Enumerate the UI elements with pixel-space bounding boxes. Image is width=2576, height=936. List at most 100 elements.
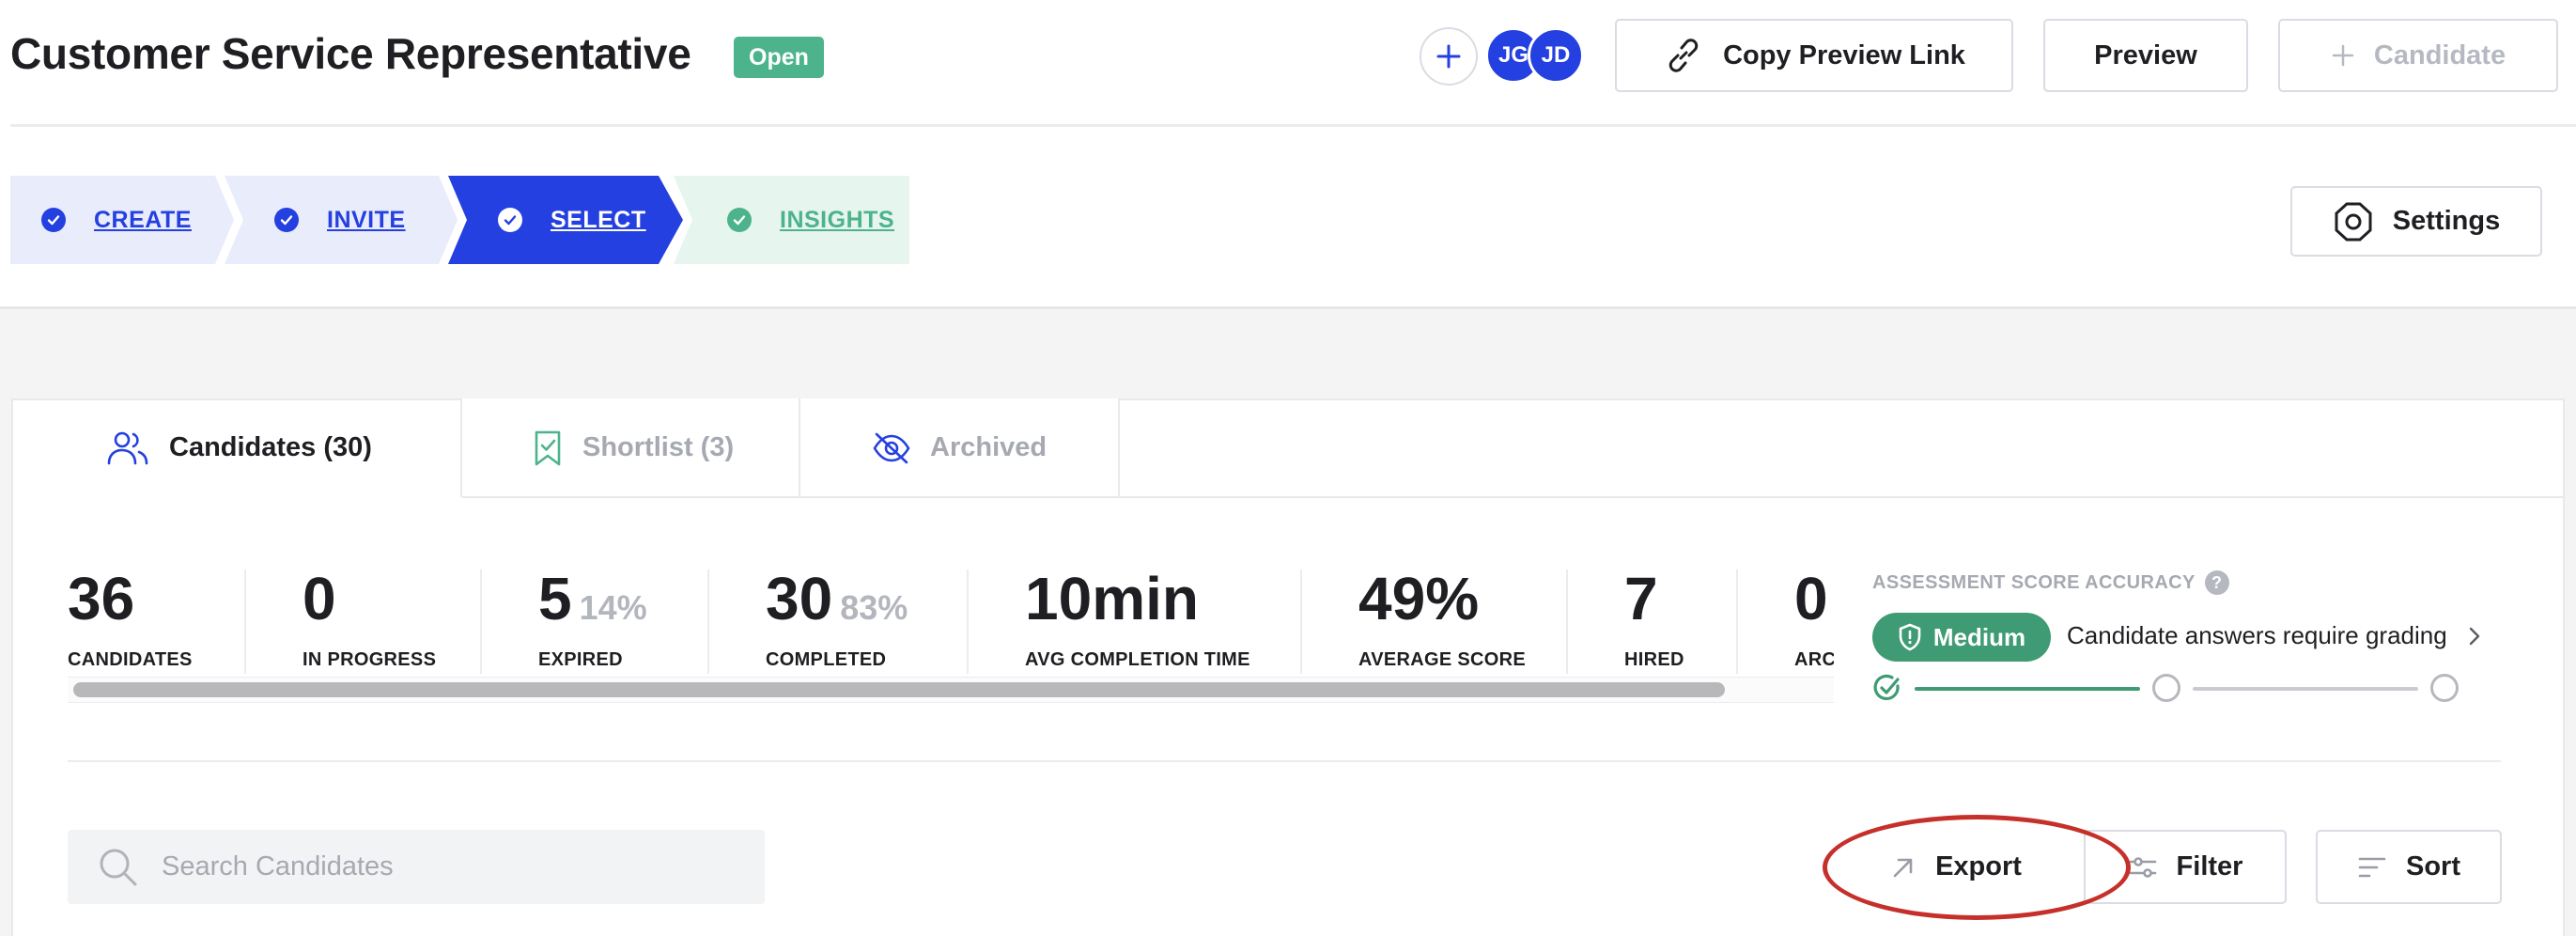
- stat-value: 36: [68, 565, 135, 632]
- check-icon: [498, 208, 522, 232]
- sort-button[interactable]: Sort: [2316, 830, 2502, 904]
- accuracy-step-node: [2152, 674, 2180, 702]
- export-button[interactable]: Export: [1826, 830, 2086, 904]
- stat-value: 7: [1624, 565, 1658, 632]
- tab-archived[interactable]: Archived: [800, 398, 1120, 497]
- step-insights[interactable]: INSIGHTS: [727, 176, 894, 264]
- sort-icon: [2358, 857, 2386, 877]
- check-circle-icon: [1873, 674, 1900, 701]
- bookmark-check-icon: [535, 430, 561, 465]
- stat-value: 0: [303, 565, 336, 632]
- search-icon: [100, 849, 137, 885]
- stat-hired[interactable]: 7 HIRED: [1624, 569, 1684, 671]
- stat-divider: [967, 569, 969, 674]
- tab-shortlist[interactable]: Shortlist (3): [462, 398, 800, 497]
- accuracy-description: Candidate answers require grading: [2067, 621, 2447, 649]
- accuracy-progress-done: [1915, 687, 2140, 691]
- users-icon: [107, 431, 148, 464]
- chevron-right-icon: [2469, 627, 2479, 645]
- step-invite-label: INVITE: [327, 206, 406, 233]
- section-divider: [68, 760, 2501, 762]
- stat-expired[interactable]: 5 14% EXPIRED: [538, 569, 647, 671]
- step-invite[interactable]: INVITE: [274, 176, 406, 264]
- stat-divider: [1736, 569, 1738, 674]
- stat-label: ARC: [1794, 649, 1834, 670]
- preview-button[interactable]: Preview: [2043, 19, 2248, 92]
- stat-percent: 14%: [579, 588, 647, 627]
- stat-archived[interactable]: 0 ARC: [1794, 569, 1834, 671]
- stat-label: AVERAGE SCORE: [1358, 649, 1527, 670]
- stat-candidates[interactable]: 36 CANDIDATES: [68, 569, 193, 671]
- tab-candidates[interactable]: Candidates (30): [13, 398, 462, 497]
- accuracy-heading: ASSESSMENT SCORE ACCURACY ?: [1872, 570, 2229, 595]
- settings-button[interactable]: Settings: [2290, 186, 2542, 257]
- stats-scrollbar-thumb[interactable]: [73, 682, 1725, 697]
- add-candidate-label: Candidate: [2373, 39, 2506, 70]
- stat-completed[interactable]: 30 83% COMPLETED: [766, 569, 908, 671]
- stat-percent: 83%: [840, 588, 908, 627]
- link-icon: [1668, 39, 1699, 72]
- step-select-label: SELECT: [551, 206, 646, 233]
- copy-preview-link-button[interactable]: Copy Preview Link: [1615, 19, 2013, 92]
- add-candidate-button[interactable]: Candidate: [2278, 19, 2558, 92]
- check-icon: [41, 208, 66, 232]
- tab-archived-label: Archived: [930, 432, 1047, 462]
- stat-divider: [244, 569, 246, 674]
- accuracy-step-node: [2430, 674, 2459, 702]
- avatar[interactable]: JD: [1528, 27, 1584, 84]
- help-icon[interactable]: ?: [2204, 570, 2229, 595]
- stat-label: EXPIRED: [538, 649, 623, 670]
- accuracy-details-link[interactable]: Candidate answers require grading: [2067, 621, 2481, 650]
- stat-divider: [480, 569, 482, 674]
- accuracy-heading-label: ASSESSMENT SCORE ACCURACY: [1872, 571, 2196, 593]
- step-select[interactable]: SELECT: [498, 176, 646, 264]
- search-box[interactable]: [68, 830, 765, 904]
- stat-label: CANDIDATES: [68, 649, 193, 670]
- tabs-divider: [462, 496, 2565, 498]
- step-create[interactable]: CREATE: [41, 176, 192, 264]
- sliders-icon: [2129, 856, 2156, 878]
- accuracy-level-badge: Medium: [1872, 613, 2051, 662]
- stat-label: COMPLETED: [766, 649, 887, 670]
- step-create-label: CREATE: [94, 206, 192, 233]
- preview-label: Preview: [2094, 39, 2197, 70]
- copy-preview-link-label: Copy Preview Link: [1723, 39, 1965, 70]
- shield-icon: [1899, 623, 1921, 651]
- accuracy-progress-remaining: [2193, 687, 2418, 691]
- gear-icon: [2335, 202, 2372, 241]
- stat-in-progress[interactable]: 0 IN PROGRESS: [303, 569, 436, 671]
- step-insights-label: INSIGHTS: [780, 206, 895, 233]
- stat-divider: [1566, 569, 1568, 674]
- check-icon: [727, 208, 752, 232]
- stat-value: 5 14%: [538, 565, 647, 632]
- status-badge: Open: [734, 37, 824, 78]
- add-collaborator-button[interactable]: [1420, 27, 1478, 86]
- stats-strip: 36 CANDIDATES 0 IN PROGRESS 5 14% EXPIRED…: [68, 554, 1834, 677]
- tab-shortlist-label: Shortlist (3): [582, 432, 735, 462]
- export-label: Export: [1935, 851, 2022, 881]
- stat-value: 10min: [1025, 565, 1199, 632]
- accuracy-level-label: Medium: [1932, 622, 2026, 651]
- settings-label: Settings: [2392, 206, 2501, 236]
- stat-label: AVG COMPLETION TIME: [1025, 649, 1250, 670]
- tab-candidates-label: Candidates (30): [169, 432, 372, 462]
- stat-average-score[interactable]: 49% AVERAGE SCORE: [1358, 569, 1526, 671]
- stat-avg-completion-time[interactable]: 10min AVG COMPLETION TIME: [1025, 569, 1250, 671]
- plus-icon: [1436, 44, 1461, 69]
- page-title: Customer Service Representative: [10, 29, 691, 78]
- stat-divider: [1300, 569, 1302, 674]
- eye-off-icon: [873, 432, 910, 463]
- page-header: Customer Service Representative Open JG …: [0, 0, 2576, 127]
- header-divider: [10, 124, 2576, 127]
- stat-divider: [707, 569, 709, 674]
- stat-value: 0: [1794, 565, 1828, 632]
- stat-label: HIRED: [1624, 649, 1684, 670]
- sort-label: Sort: [2406, 851, 2460, 881]
- stat-label: IN PROGRESS: [303, 649, 437, 670]
- filter-button[interactable]: Filter: [2084, 830, 2287, 904]
- search-input[interactable]: [162, 851, 725, 882]
- stat-value: 49%: [1358, 565, 1480, 632]
- stat-value: 30 83%: [766, 565, 908, 632]
- check-icon: [274, 208, 299, 232]
- plus-icon: [2332, 44, 2354, 67]
